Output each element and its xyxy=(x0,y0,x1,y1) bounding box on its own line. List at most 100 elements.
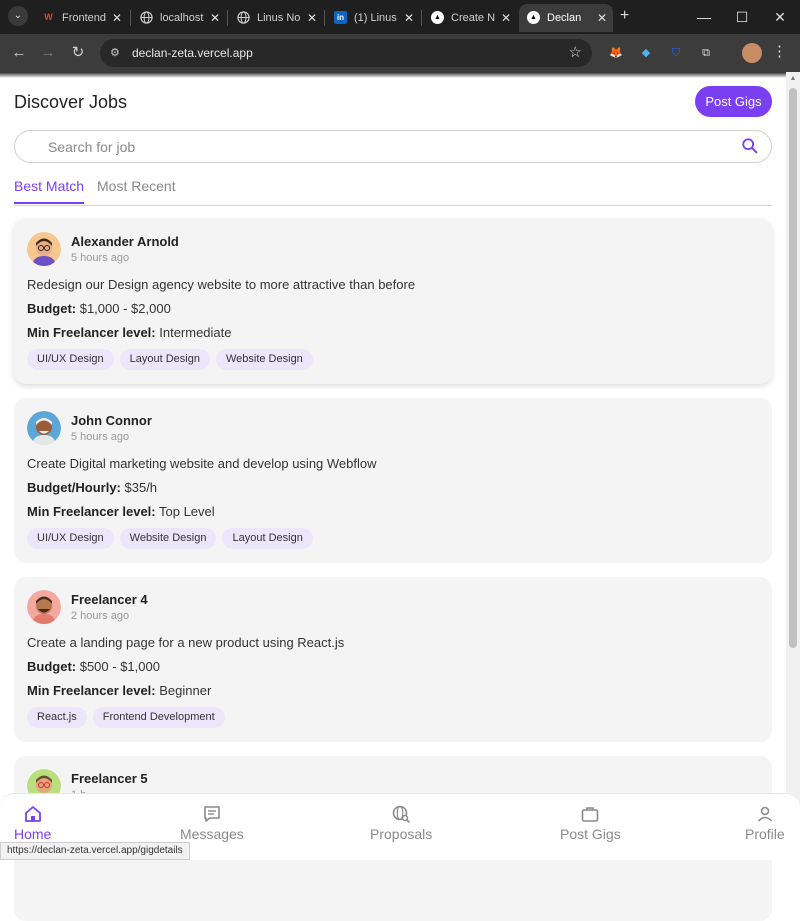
budget-row: Budget: $500 - $1,000 xyxy=(27,659,160,674)
nav-messages-label: Messages xyxy=(180,826,244,842)
budget-row: Budget/Hourly: $35/h xyxy=(27,480,157,495)
skill-tag: UI/UX Design xyxy=(27,349,114,370)
budget-value: $35/h xyxy=(120,480,158,495)
w-logo-icon: W xyxy=(44,12,53,22)
link-status-bar: https://declan-zeta.vercel.app/gigdetail… xyxy=(0,842,190,860)
nav-proposals-label: Proposals xyxy=(370,826,433,842)
skill-tag: Website Design xyxy=(215,349,313,370)
browser-tab-bar: ⌄ W Frontend ✕ localhost ✕ Linus No ✕ in… xyxy=(0,0,800,34)
browser-tab-2[interactable]: localhost ✕ xyxy=(132,4,226,32)
tab-title: Declan xyxy=(547,12,582,24)
browser-tab-3[interactable]: Linus No ✕ xyxy=(229,4,323,32)
tab-divider xyxy=(324,10,325,26)
page-content: Discover Jobs Post Gigs Best Match Most … xyxy=(0,72,800,921)
browser-tab-5[interactable]: ▲ Create N ✕ xyxy=(423,4,517,32)
close-window-button[interactable]: ✕ xyxy=(760,0,800,34)
close-icon[interactable]: ✕ xyxy=(404,4,414,32)
site-info-icon[interactable]: ⚙ xyxy=(110,46,124,60)
budget-label: Budget/Hourly: xyxy=(27,480,121,495)
page-title: Discover Jobs xyxy=(14,92,128,112)
filter-tabs: Best Match Most Recent xyxy=(14,178,772,206)
skill-tags: React.js Frontend Development xyxy=(27,707,231,729)
browser-tab-1[interactable]: W Frontend ✕ xyxy=(34,4,128,32)
linkedin-icon: in xyxy=(334,11,347,24)
nav-home[interactable]: Home xyxy=(14,804,51,842)
search-input[interactable] xyxy=(48,131,728,162)
tab-most-recent[interactable]: Most Recent xyxy=(97,178,176,194)
budget-value: $1,000 - $2,000 xyxy=(76,301,171,316)
metamask-extension-icon[interactable]: 🦊 xyxy=(607,44,625,62)
tab-search-button[interactable]: ⌄ xyxy=(8,6,28,26)
close-icon[interactable]: ✕ xyxy=(501,4,511,32)
level-label: Min Freelancer level: xyxy=(27,683,156,698)
browser-tab-4[interactable]: in (1) Linus ✕ xyxy=(326,4,420,32)
tab-title: Linus No xyxy=(257,12,301,24)
browser-menu-icon[interactable]: ⋮ xyxy=(772,42,787,62)
tab-title: localhost xyxy=(160,12,204,24)
level-label: Min Freelancer level: xyxy=(27,504,156,519)
omnibox[interactable]: ⚙ declan-zeta.vercel.app ☆ xyxy=(100,39,592,67)
scroll-up-arrow-icon[interactable]: ▲ xyxy=(789,75,797,83)
profile-avatar[interactable] xyxy=(742,43,762,63)
page-top-edge xyxy=(0,72,800,78)
reload-button[interactable]: ↻ xyxy=(68,43,88,63)
budget-label: Budget: xyxy=(27,659,77,674)
search-icon[interactable] xyxy=(741,137,759,155)
scrollbar[interactable]: ▲ xyxy=(786,72,800,860)
diamond-extension-icon[interactable]: ◆ xyxy=(637,44,655,62)
bookmark-star-icon[interactable]: ☆ xyxy=(569,39,582,67)
nav-proposals[interactable]: Proposals xyxy=(370,804,432,842)
level-value: Intermediate xyxy=(155,325,232,340)
nav-profile[interactable]: Profile xyxy=(745,804,785,842)
nav-post-gigs[interactable]: Post Gigs xyxy=(560,804,621,842)
level-value: Beginner xyxy=(155,683,212,698)
tab-title: Create N xyxy=(451,12,495,24)
close-icon[interactable]: ✕ xyxy=(210,4,220,32)
close-icon[interactable]: ✕ xyxy=(307,4,317,32)
globe-icon xyxy=(237,11,250,24)
user-icon xyxy=(757,806,772,822)
skill-tag: Layout Design xyxy=(119,349,210,370)
post-gigs-button[interactable]: Post Gigs xyxy=(695,86,772,117)
browser-tab-6-active[interactable]: ▲ Declan ✕ xyxy=(519,4,613,32)
skill-tag: Website Design xyxy=(119,528,217,549)
job-description: Create Digital marketing website and dev… xyxy=(27,456,377,471)
budget-label: Budget: xyxy=(27,301,77,316)
shield-extension-icon[interactable]: ⛉ xyxy=(667,44,685,62)
avatar xyxy=(27,232,61,266)
extensions-puzzle-icon[interactable]: ⧉ xyxy=(697,44,715,62)
skill-tag: Layout Design xyxy=(222,528,313,549)
url-text[interactable]: declan-zeta.vercel.app xyxy=(132,39,253,67)
vercel-icon: ▲ xyxy=(527,11,540,24)
level-label: Min Freelancer level: xyxy=(27,325,156,340)
tab-title: (1) Linus xyxy=(354,12,397,24)
close-icon[interactable]: ✕ xyxy=(112,4,122,32)
search-bar xyxy=(14,130,772,163)
level-row: Min Freelancer level: Top Level xyxy=(27,504,215,519)
job-card[interactable]: Freelancer 4 2 hours ago Create a landin… xyxy=(14,577,772,742)
skill-tags: UI/UX Design Layout Design Website Design xyxy=(27,349,319,371)
skill-tags: UI/UX Design Website Design Layout Design xyxy=(27,528,319,550)
home-icon xyxy=(24,806,41,822)
tab-best-match[interactable]: Best Match xyxy=(14,178,85,204)
address-bar: ← → ↻ ⚙ declan-zeta.vercel.app ☆ 🦊 ◆ ⛉ ⧉… xyxy=(0,34,800,72)
skill-tag: Frontend Development xyxy=(92,707,225,728)
poster-name: Freelancer 4 xyxy=(71,592,148,607)
post-time: 5 hours ago xyxy=(71,252,130,264)
nav-messages[interactable]: Messages xyxy=(180,804,244,842)
tab-divider xyxy=(227,10,228,26)
level-row: Min Freelancer level: Intermediate xyxy=(27,325,232,340)
vercel-icon: ▲ xyxy=(431,11,444,24)
scrollbar-thumb[interactable] xyxy=(789,88,797,648)
job-card[interactable]: Alexander Arnold 5 hours ago Redesign ou… xyxy=(14,219,772,384)
budget-row: Budget: $1,000 - $2,000 xyxy=(27,301,171,316)
minimize-button[interactable]: — xyxy=(684,0,724,34)
forward-button[interactable]: → xyxy=(38,43,58,63)
briefcase-icon xyxy=(582,807,599,822)
maximize-button[interactable]: ☐ xyxy=(722,0,762,34)
new-tab-button[interactable]: + xyxy=(620,8,629,24)
back-button[interactable]: ← xyxy=(9,43,29,63)
close-icon[interactable]: ✕ xyxy=(597,4,607,32)
job-card[interactable]: John Connor 5 hours ago Create Digital m… xyxy=(14,398,772,563)
level-row: Min Freelancer level: Beginner xyxy=(27,683,211,698)
